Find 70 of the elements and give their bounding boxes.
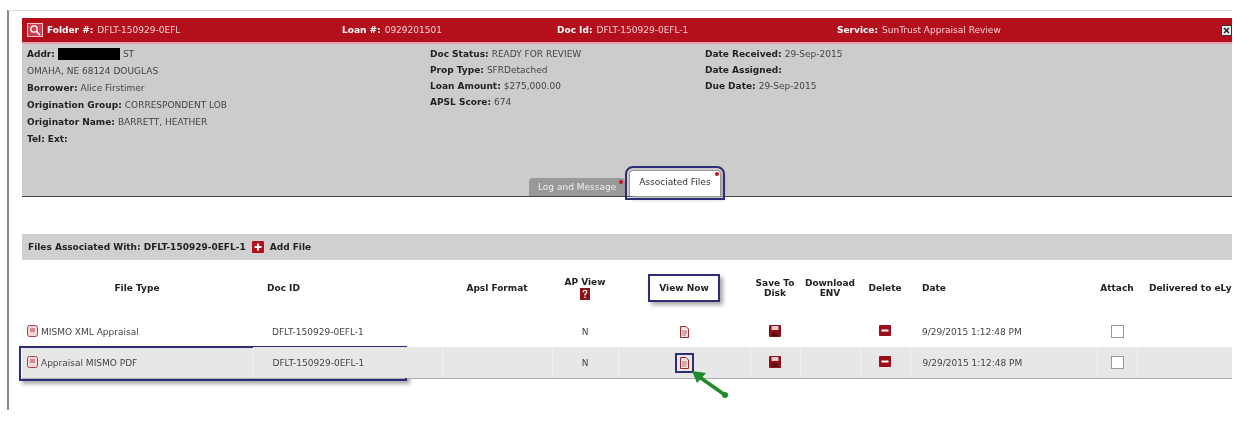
field-value: 29-Sep-2015 [758,80,817,92]
column-header: Doc ID [267,283,300,293]
field-label: Due Date: [705,80,756,92]
document-icon[interactable] [679,325,689,338]
field-value: READY FOR REVIEW [491,48,582,60]
save-icon[interactable] [769,355,781,368]
field-label: Date Received: [705,48,782,60]
field-label: Addr: [27,48,55,60]
field-label: Borrower: [27,82,78,94]
column-header: Attach [1100,283,1134,293]
column-header: View Now [648,274,720,302]
field-label: Folder #: [47,25,94,35]
column-header: AP View [564,276,606,287]
field-value: SunTrust Appraisal Review [882,25,1001,35]
ap-view-text: N [581,326,589,337]
ap-view-text: N [581,357,589,368]
field-value: ST [122,48,135,60]
field-value: 0929201501 [384,25,442,35]
field-value: Alice Firstimer [80,82,145,94]
alert-dot-icon [714,172,719,176]
close-icon[interactable] [1221,24,1232,36]
field-value: CORRESPONDENT LOB [124,99,227,111]
field-label: Service: [837,25,878,35]
save-icon[interactable] [769,324,781,337]
column-header: Download ENV [803,278,857,298]
field-label: Doc Status: [430,48,489,60]
field-label: Prop Type: [430,64,484,76]
pointer-arrow [691,371,728,398]
column-header: Date [922,283,946,293]
field-label: Date Assigned: [705,64,782,76]
file-type-text: MISMO XML Appraisal [41,326,139,337]
file-icon [27,355,38,368]
delete-icon[interactable] [879,356,891,367]
column-header: File Type [114,283,160,293]
doc-id-text: DFLT-150929-0EFL-1 [272,326,364,337]
file-type-text: Appraisal MISMO PDF [41,357,138,368]
column-header: Save To Disk [754,278,796,298]
date-text: 9/29/2015 1:12:48 PM [922,357,1023,368]
date-text: 9/29/2015 1:12:48 PM [922,326,1022,337]
checkbox[interactable] [1110,356,1124,369]
search-icon[interactable] [27,23,43,37]
field-label: Doc Id: [557,25,593,35]
field-label: Origination Group: [27,99,122,111]
field-label: Loan #: [342,25,381,35]
field-value: 674 [494,96,512,108]
section-title: Files Associated With: DFLT-150929-0EFL-1 [28,242,246,252]
delete-icon[interactable] [879,325,891,336]
field-value: OMAHA, NE 68124 DOUGLAS [27,65,159,77]
field-value: SFRDetached [486,64,548,76]
field-label: Loan Amount: [430,80,501,92]
checkbox[interactable] [1110,325,1124,338]
field-value: 29-Sep-2015 [784,48,843,60]
field-value: $275,000.00 [503,80,562,92]
field-value: BARRETT, HEATHER [117,116,208,128]
field-value: DFLT-150929-0EFL [97,25,181,35]
redaction-bar [57,48,120,60]
file-icon [27,324,38,337]
field-label: APSL Score: [430,96,492,108]
column-header: Apsl Format [466,283,528,293]
field-value: DFLT-150929-0EFL-1 [596,25,689,35]
add-icon[interactable] [251,241,264,253]
column-header: Delete [868,283,902,293]
help-icon[interactable] [580,287,590,300]
document-icon[interactable] [679,356,689,369]
alert-dot-icon [619,180,624,184]
add-file-link[interactable]: Add File [269,242,312,252]
column-header: Delivered to eLy [1149,283,1232,293]
field-label: Originator Name: [27,116,115,128]
field-label: Tel: Ext: [27,133,68,145]
doc-id-text: DFLT-150929-0EFL-1 [272,357,365,368]
